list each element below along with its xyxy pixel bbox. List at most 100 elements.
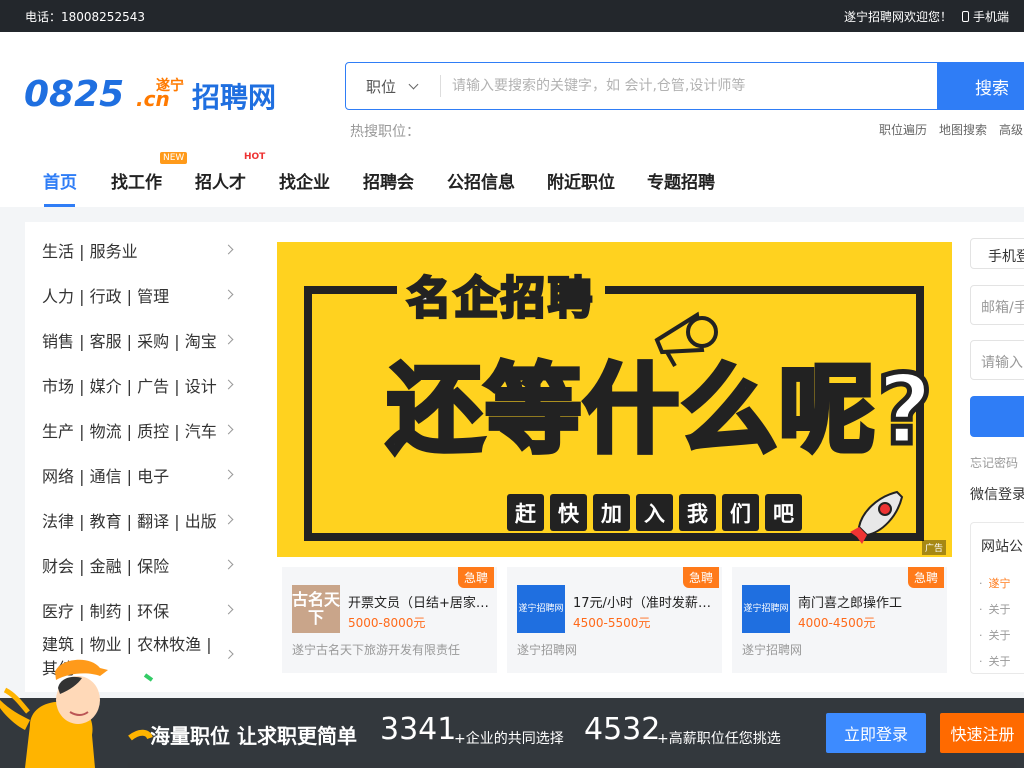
urgent-badge: 急聘 bbox=[457, 567, 494, 588]
map-search-link[interactable]: 地图搜索 bbox=[939, 121, 987, 138]
nav-topic-recruit[interactable]: 专题招聘 bbox=[647, 168, 715, 193]
main-nav: 首页 找工作 NEW 招人才 HOT 找企业 招聘会 公招信息 附近职位 专题招… bbox=[0, 152, 1024, 207]
category-label: 医疗 | 制药 | 环保 bbox=[42, 601, 170, 621]
category-item[interactable]: 市场 | 媒介 | 广告 | 设计 bbox=[42, 357, 242, 402]
banner-cta-char: 入 bbox=[636, 494, 673, 531]
category-item[interactable]: 人力 | 行政 | 管理 bbox=[42, 267, 242, 312]
logo-city: 遂宁 bbox=[156, 77, 184, 94]
category-label: 生产 | 物流 | 质控 | 汽车 bbox=[42, 421, 217, 441]
hot-jobs-label: 热搜职位： bbox=[350, 124, 420, 140]
nav-job-fair[interactable]: 招聘会 bbox=[363, 168, 414, 193]
search-bar: 职位 搜索 bbox=[345, 62, 1024, 110]
password-input[interactable]: 请输入 bbox=[970, 340, 1024, 380]
category-label: 网络 | 通信 | 电子 bbox=[42, 466, 170, 486]
company-count-desc: +企业的共同选择 bbox=[454, 731, 564, 747]
job-title[interactable]: 17元/小时（准时发薪/… bbox=[573, 592, 715, 611]
category-item[interactable]: 生产 | 物流 | 质控 | 汽车 bbox=[42, 402, 242, 447]
urgent-jobs: 急聘 古名天下 开票文员（日结+居家… 5000-8000元 遂宁古名天下旅游开… bbox=[282, 567, 947, 673]
mascot-illustration bbox=[0, 659, 154, 768]
nav-nearby-jobs[interactable]: 附近职位 bbox=[547, 168, 615, 193]
site-notice-panel: 网站公 · 遂宁 · 关于 · 关于 · 关于 bbox=[970, 522, 1024, 674]
promo-slogan: 海量职位 让求职更简单 bbox=[150, 724, 357, 748]
company-logo: 遂宁招聘网 bbox=[742, 585, 790, 633]
banner-cta-char: 赶 bbox=[507, 494, 544, 531]
notice-item[interactable]: · 关于 bbox=[979, 627, 1011, 643]
nav-active-indicator bbox=[44, 204, 75, 207]
company-name[interactable]: 遂宁招聘网 bbox=[517, 641, 577, 658]
category-item[interactable]: 医疗 | 制药 | 环保 bbox=[42, 582, 242, 627]
job-browse-link[interactable]: 职位遍历 bbox=[879, 121, 927, 138]
chevron-down-icon bbox=[408, 79, 419, 89]
job-title[interactable]: 开票文员（日结+居家… bbox=[348, 592, 490, 611]
category-label: 生活 | 服务业 bbox=[42, 241, 138, 261]
mobile-link[interactable]: 手机端 bbox=[962, 8, 1009, 25]
category-item[interactable]: 生活 | 服务业 bbox=[42, 222, 242, 267]
nav-public-recruit[interactable]: 公招信息 bbox=[447, 168, 515, 193]
banner-cta-char: 吧 bbox=[765, 494, 802, 531]
logo-number: 0825 bbox=[24, 74, 124, 110]
top-bar: 电话：18008252543 遂宁招聘网欢迎您！ 手机端 bbox=[0, 0, 1024, 32]
login-button[interactable] bbox=[970, 396, 1024, 437]
banner-cta-char: 我 bbox=[679, 494, 716, 531]
category-menu: 生活 | 服务业 人力 | 行政 | 管理 销售 | 客服 | 采购 | 淘宝 … bbox=[42, 222, 242, 678]
contact-phone: 电话：18008252543 bbox=[25, 10, 145, 24]
advanced-search-link[interactable]: 高级 bbox=[999, 121, 1023, 138]
job-card[interactable]: 急聘 古名天下 开票文员（日结+居家… 5000-8000元 遂宁古名天下旅游开… bbox=[282, 567, 497, 673]
notice-title: 网站公 bbox=[981, 539, 1023, 555]
banner-cta-char: 们 bbox=[722, 494, 759, 531]
banner-headline: 还等什么呢? bbox=[385, 354, 936, 466]
nav-find-company[interactable]: 找企业 bbox=[279, 168, 330, 193]
company-logo: 古名天下 bbox=[292, 585, 340, 633]
phone-icon bbox=[962, 11, 969, 22]
company-count: 3341 bbox=[380, 712, 457, 747]
job-salary: 4000-4500元 bbox=[798, 616, 876, 630]
job-salary: 4500-5500元 bbox=[573, 616, 651, 630]
urgent-badge: 急聘 bbox=[907, 567, 944, 588]
chevron-right-icon bbox=[223, 559, 234, 570]
category-item[interactable]: 销售 | 客服 | 采购 | 淘宝 bbox=[42, 312, 242, 357]
job-salary: 5000-8000元 bbox=[348, 616, 426, 630]
chevron-right-icon bbox=[223, 244, 234, 255]
category-item[interactable]: 财会 | 金融 | 保险 bbox=[42, 537, 242, 582]
header-links: 职位遍历 地图搜索 高级 bbox=[879, 121, 1023, 138]
job-card[interactable]: 急聘 遂宁招聘网 南门喜之郎操作工 4000-4500元 遂宁招聘网 bbox=[732, 567, 947, 673]
site-logo[interactable]: 0825 .cn 遂宁 招聘网 bbox=[24, 74, 286, 110]
quick-register-button[interactable]: 快速注册 bbox=[940, 713, 1024, 753]
category-item[interactable]: 网络 | 通信 | 电子 bbox=[42, 447, 242, 492]
job-title[interactable]: 南门喜之郎操作工 bbox=[798, 592, 940, 611]
login-now-button[interactable]: 立即登录 bbox=[826, 713, 926, 753]
category-label: 财会 | 金融 | 保险 bbox=[42, 556, 170, 576]
chevron-right-icon bbox=[223, 424, 234, 435]
nav-find-job[interactable]: 找工作 bbox=[111, 168, 162, 193]
urgent-badge: 急聘 bbox=[682, 567, 719, 588]
rocket-icon bbox=[850, 490, 904, 544]
notice-item[interactable]: · 遂宁 bbox=[979, 575, 1011, 591]
wechat-login-link[interactable]: 微信登录 bbox=[970, 484, 1024, 504]
job-card[interactable]: 急聘 遂宁招聘网 17元/小时（准时发薪/… 4500-5500元 遂宁招聘网 bbox=[507, 567, 722, 673]
category-label: 销售 | 客服 | 采购 | 淘宝 bbox=[42, 331, 217, 351]
nav-home[interactable]: 首页 bbox=[43, 168, 77, 193]
mobile-login-tab[interactable]: 手机登 bbox=[970, 238, 1024, 269]
nav-find-talent[interactable]: 招人才 bbox=[195, 168, 246, 193]
hot-badge: HOT bbox=[244, 152, 266, 162]
notice-item[interactable]: · 关于 bbox=[979, 601, 1011, 617]
search-button[interactable]: 搜索 bbox=[937, 62, 1024, 110]
chevron-right-icon bbox=[223, 379, 234, 390]
chevron-right-icon bbox=[223, 469, 234, 480]
search-input[interactable] bbox=[452, 63, 932, 109]
search-type-select[interactable]: 职位 bbox=[346, 63, 441, 109]
job-count-desc: +高薪职位任您挑选 bbox=[657, 731, 781, 747]
forgot-password-link[interactable]: 忘记密码 bbox=[970, 454, 1018, 471]
company-name[interactable]: 遂宁古名天下旅游开发有限责任 bbox=[292, 641, 460, 658]
account-input[interactable]: 邮箱/手 bbox=[970, 285, 1024, 325]
company-name[interactable]: 遂宁招聘网 bbox=[742, 641, 802, 658]
site-header: 0825 .cn 遂宁 招聘网 职位 搜索 热搜职位： 职位遍历 地图搜索 高级… bbox=[0, 32, 1024, 207]
notice-item[interactable]: · 关于 bbox=[979, 653, 1011, 669]
welcome-text: 遂宁招聘网欢迎您！ bbox=[844, 10, 953, 24]
ad-label: 广告 bbox=[921, 540, 946, 555]
category-label: 人力 | 行政 | 管理 bbox=[42, 286, 170, 306]
logo-brand: 招聘网 bbox=[192, 81, 276, 110]
chevron-right-icon bbox=[223, 604, 234, 615]
promo-banner[interactable]: 名企招聘 还等什么呢? 赶 快 加 入 我 们 吧 广告 bbox=[277, 242, 952, 557]
category-item[interactable]: 法律 | 教育 | 翻译 | 出版 bbox=[42, 492, 242, 537]
